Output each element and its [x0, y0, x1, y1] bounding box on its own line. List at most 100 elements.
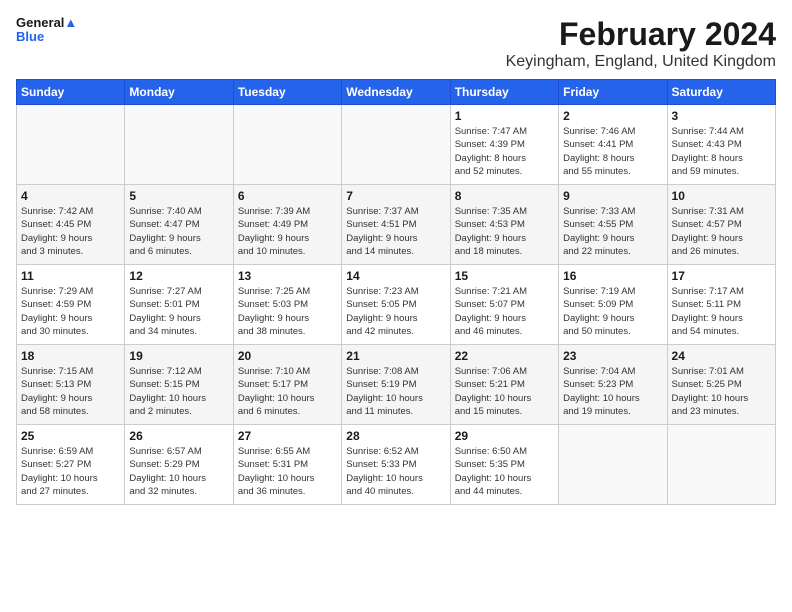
cell-info: Sunrise: 7:37 AM Sunset: 4:51 PM Dayligh…	[346, 205, 445, 258]
day-header-thursday: Thursday	[450, 80, 558, 105]
day-number: 1	[455, 109, 554, 123]
calendar-cell: 15 Sunrise: 7:21 AM Sunset: 5:07 PM Dayli…	[450, 265, 558, 345]
month-title: February 2024	[506, 16, 776, 53]
cell-info: Sunrise: 7:42 AM Sunset: 4:45 PM Dayligh…	[21, 205, 120, 258]
day-number: 6	[238, 189, 337, 203]
week-row-3: 11 Sunrise: 7:29 AM Sunset: 4:59 PM Dayli…	[17, 265, 776, 345]
day-header-sunday: Sunday	[17, 80, 125, 105]
calendar-cell: 21Sunrise: 7:08 AM Sunset: 5:19 PM Dayli…	[342, 345, 450, 425]
day-number: 23	[563, 349, 662, 363]
day-number: 20	[238, 349, 337, 363]
cell-info: Sunrise: 7:19 AM Sunset: 5:09 PM Dayligh…	[563, 285, 662, 338]
calendar-cell: 29 Sunrise: 6:50 AM Sunset: 5:35 PM Dayli…	[450, 425, 558, 505]
day-header-wednesday: Wednesday	[342, 80, 450, 105]
logo: General▲ Blue	[16, 16, 77, 45]
calendar-cell: 3 Sunrise: 7:44 AM Sunset: 4:43 PM Daylig…	[667, 105, 775, 185]
calendar-cell: 23 Sunrise: 7:04 AM Sunset: 5:23 PM Dayli…	[559, 345, 667, 425]
location: Keyingham, England, United Kingdom	[506, 53, 776, 71]
cell-info: Sunrise: 7:44 AM Sunset: 4:43 PM Dayligh…	[672, 125, 771, 178]
calendar-cell: 18 Sunrise: 7:15 AM Sunset: 5:13 PM Dayli…	[17, 345, 125, 425]
calendar-cell: 6Sunrise: 7:39 AM Sunset: 4:49 PM Daylig…	[233, 185, 341, 265]
calendar-cell	[233, 105, 341, 185]
calendar-cell: 16 Sunrise: 7:19 AM Sunset: 5:09 PM Dayli…	[559, 265, 667, 345]
cell-info: Sunrise: 7:27 AM Sunset: 5:01 PM Dayligh…	[129, 285, 228, 338]
cell-info: Sunrise: 7:17 AM Sunset: 5:11 PM Dayligh…	[672, 285, 771, 338]
calendar-cell: 24 Sunrise: 7:01 AM Sunset: 5:25 PM Dayli…	[667, 345, 775, 425]
day-number: 27	[238, 429, 337, 443]
calendar-cell	[667, 425, 775, 505]
calendar-cell: 10 Sunrise: 7:31 AM Sunset: 4:57 PM Dayli…	[667, 185, 775, 265]
calendar-cell: 17 Sunrise: 7:17 AM Sunset: 5:11 PM Dayli…	[667, 265, 775, 345]
calendar-cell	[559, 425, 667, 505]
day-number: 8	[455, 189, 554, 203]
day-number: 11	[21, 269, 120, 283]
cell-info: Sunrise: 7:08 AM Sunset: 5:19 PM Dayligh…	[346, 365, 445, 418]
calendar-cell: 8 Sunrise: 7:35 AM Sunset: 4:53 PM Daylig…	[450, 185, 558, 265]
day-number: 14	[346, 269, 445, 283]
calendar-cell: 20 Sunrise: 7:10 AM Sunset: 5:17 PM Dayli…	[233, 345, 341, 425]
calendar-cell: 26 Sunrise: 6:57 AM Sunset: 5:29 PM Dayli…	[125, 425, 233, 505]
day-number: 3	[672, 109, 771, 123]
day-number: 10	[672, 189, 771, 203]
day-number: 15	[455, 269, 554, 283]
day-number: 13	[238, 269, 337, 283]
cell-info: Sunrise: 7:33 AM Sunset: 4:55 PM Dayligh…	[563, 205, 662, 258]
day-number: 17	[672, 269, 771, 283]
cell-info: Sunrise: 7:35 AM Sunset: 4:53 PM Dayligh…	[455, 205, 554, 258]
cell-info: Sunrise: 6:50 AM Sunset: 5:35 PM Dayligh…	[455, 445, 554, 498]
cell-info: Sunrise: 7:21 AM Sunset: 5:07 PM Dayligh…	[455, 285, 554, 338]
calendar-cell: 9 Sunrise: 7:33 AM Sunset: 4:55 PM Daylig…	[559, 185, 667, 265]
week-row-5: 25 Sunrise: 6:59 AM Sunset: 5:27 PM Dayli…	[17, 425, 776, 505]
day-number: 2	[563, 109, 662, 123]
calendar-cell	[17, 105, 125, 185]
cell-info: Sunrise: 6:57 AM Sunset: 5:29 PM Dayligh…	[129, 445, 228, 498]
cell-info: Sunrise: 7:23 AM Sunset: 5:05 PM Dayligh…	[346, 285, 445, 338]
calendar-cell: 25 Sunrise: 6:59 AM Sunset: 5:27 PM Dayli…	[17, 425, 125, 505]
day-number: 28	[346, 429, 445, 443]
cell-info: Sunrise: 6:52 AM Sunset: 5:33 PM Dayligh…	[346, 445, 445, 498]
cell-info: Sunrise: 7:06 AM Sunset: 5:21 PM Dayligh…	[455, 365, 554, 418]
cell-info: Sunrise: 7:25 AM Sunset: 5:03 PM Dayligh…	[238, 285, 337, 338]
calendar-cell: 22 Sunrise: 7:06 AM Sunset: 5:21 PM Dayli…	[450, 345, 558, 425]
day-number: 24	[672, 349, 771, 363]
day-number: 16	[563, 269, 662, 283]
day-number: 25	[21, 429, 120, 443]
calendar-cell: 11 Sunrise: 7:29 AM Sunset: 4:59 PM Dayli…	[17, 265, 125, 345]
day-number: 26	[129, 429, 228, 443]
cell-info: Sunrise: 7:15 AM Sunset: 5:13 PM Dayligh…	[21, 365, 120, 418]
header-row: SundayMondayTuesdayWednesdayThursdayFrid…	[17, 80, 776, 105]
cell-info: Sunrise: 7:40 AM Sunset: 4:47 PM Dayligh…	[129, 205, 228, 258]
calendar-cell: 1 Sunrise: 7:47 AM Sunset: 4:39 PM Daylig…	[450, 105, 558, 185]
day-header-monday: Monday	[125, 80, 233, 105]
day-number: 4	[21, 189, 120, 203]
calendar-cell: 19Sunrise: 7:12 AM Sunset: 5:15 PM Dayli…	[125, 345, 233, 425]
day-header-saturday: Saturday	[667, 80, 775, 105]
calendar-cell	[342, 105, 450, 185]
cell-info: Sunrise: 7:31 AM Sunset: 4:57 PM Dayligh…	[672, 205, 771, 258]
cell-info: Sunrise: 6:55 AM Sunset: 5:31 PM Dayligh…	[238, 445, 337, 498]
calendar-cell: 4 Sunrise: 7:42 AM Sunset: 4:45 PM Daylig…	[17, 185, 125, 265]
day-number: 22	[455, 349, 554, 363]
day-number: 18	[21, 349, 120, 363]
calendar-cell: 28 Sunrise: 6:52 AM Sunset: 5:33 PM Dayli…	[342, 425, 450, 505]
week-row-1: 1 Sunrise: 7:47 AM Sunset: 4:39 PM Daylig…	[17, 105, 776, 185]
day-header-tuesday: Tuesday	[233, 80, 341, 105]
cell-info: Sunrise: 7:04 AM Sunset: 5:23 PM Dayligh…	[563, 365, 662, 418]
page-header: General▲ Blue February 2024 Keyingham, E…	[16, 16, 776, 71]
day-header-friday: Friday	[559, 80, 667, 105]
calendar-table: SundayMondayTuesdayWednesdayThursdayFrid…	[16, 79, 776, 505]
title-block: February 2024 Keyingham, England, United…	[506, 16, 776, 71]
calendar-cell: 2 Sunrise: 7:46 AM Sunset: 4:41 PM Daylig…	[559, 105, 667, 185]
cell-info: Sunrise: 7:47 AM Sunset: 4:39 PM Dayligh…	[455, 125, 554, 178]
cell-info: Sunrise: 7:29 AM Sunset: 4:59 PM Dayligh…	[21, 285, 120, 338]
calendar-cell: 13 Sunrise: 7:25 AM Sunset: 5:03 PM Dayli…	[233, 265, 341, 345]
cell-info: Sunrise: 7:01 AM Sunset: 5:25 PM Dayligh…	[672, 365, 771, 418]
cell-info: Sunrise: 6:59 AM Sunset: 5:27 PM Dayligh…	[21, 445, 120, 498]
calendar-cell: 5Sunrise: 7:40 AM Sunset: 4:47 PM Daylig…	[125, 185, 233, 265]
week-row-4: 18 Sunrise: 7:15 AM Sunset: 5:13 PM Dayli…	[17, 345, 776, 425]
day-number: 29	[455, 429, 554, 443]
calendar-cell: 14 Sunrise: 7:23 AM Sunset: 5:05 PM Dayli…	[342, 265, 450, 345]
day-number: 9	[563, 189, 662, 203]
cell-info: Sunrise: 7:46 AM Sunset: 4:41 PM Dayligh…	[563, 125, 662, 178]
cell-info: Sunrise: 7:10 AM Sunset: 5:17 PM Dayligh…	[238, 365, 337, 418]
